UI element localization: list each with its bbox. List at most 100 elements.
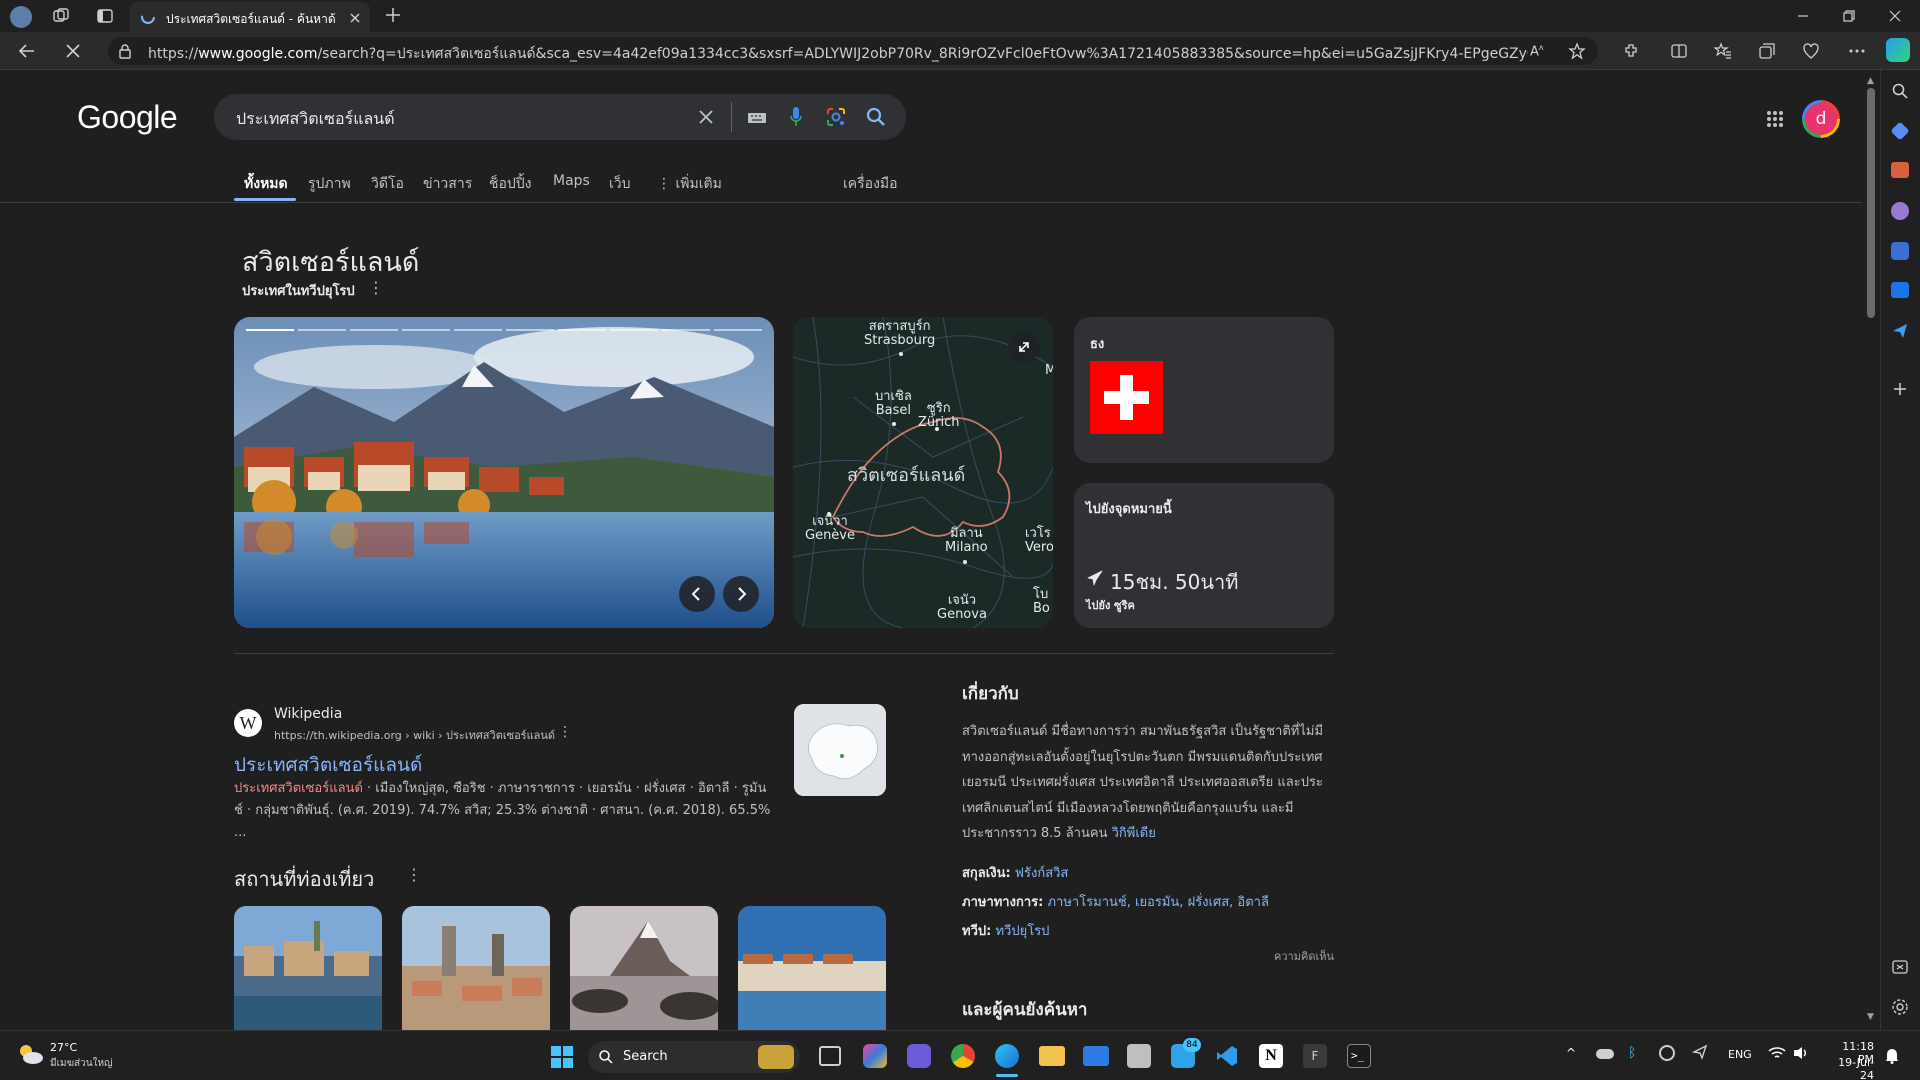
volume-icon[interactable] [1792,1045,1810,1065]
avatar[interactable]: d [1805,103,1837,135]
result-site-name[interactable]: Wikipedia [274,706,342,722]
languages-link[interactable]: ภาษาโรมานช์, เยอรมัน, ฝรั่งเศส, อิตาลี [1047,895,1268,910]
tab-all[interactable]: ทั้งหมด [244,173,288,195]
vscode-icon[interactable] [1215,1044,1239,1072]
bluetooth-icon[interactable]: ᛒ [1628,1045,1636,1061]
places-more-icon[interactable]: ⋮ [406,865,422,884]
wifi-icon[interactable] [1768,1045,1786,1065]
wikipedia-link[interactable]: วิกิพีเดีย [1112,826,1156,841]
vertical-tabs-icon[interactable] [96,7,114,29]
tray-overflow-icon[interactable]: ^ [1566,1046,1576,1060]
sidebar-search-icon[interactable] [1891,82,1909,104]
tab-maps[interactable]: Maps [553,173,590,189]
sidebar-send-icon[interactable] [1891,322,1909,344]
copilot-icon[interactable] [1886,38,1910,62]
notification-bell-icon[interactable] [1884,1046,1900,1068]
place-card-2[interactable] [402,906,550,1030]
read-aloud-icon[interactable]: Aʌ [1530,43,1544,59]
feedback-link[interactable]: ความคิดเห็น [1274,947,1334,965]
app-icon-gray[interactable] [1127,1044,1151,1068]
weather-temp[interactable]: 27°C [50,1041,77,1054]
task-view-icon[interactable] [819,1046,841,1066]
browser-tab-active[interactable]: ประเทศสวิตเซอร์แลนด์ - ค้นหาด้วย Go [130,2,370,32]
tools-button[interactable]: เครื่องมือ [843,173,898,195]
chrome-icon[interactable] [951,1044,975,1068]
sidebar-outlook-icon[interactable] [1891,282,1909,298]
tab-images[interactable]: รูปภาพ [308,173,351,195]
file-explorer-icon[interactable] [1039,1046,1065,1066]
onedrive-icon[interactable] [1596,1049,1614,1059]
sidebar-settings-icon[interactable] [1891,998,1909,1020]
voice-search-icon[interactable] [789,106,803,132]
page-scrollbar[interactable]: ▲ ▼ [1862,70,1880,1030]
app-icon-f[interactable]: F [1303,1044,1327,1068]
mail-icon[interactable] [1083,1046,1109,1066]
tab-videos[interactable]: วิดีโอ [371,173,404,195]
search-icon[interactable] [866,107,886,131]
sidebar-hide-icon[interactable] [1891,958,1909,980]
windows-start-icon[interactable] [551,1046,573,1072]
expand-map-button[interactable] [1008,331,1040,363]
sync-icon[interactable] [1659,1045,1675,1061]
kp-more-icon[interactable]: ⋮ [368,278,384,297]
tab-web[interactable]: เว็บ [609,173,631,195]
clear-search-icon[interactable] [697,108,715,130]
notion-icon[interactable]: N [1259,1044,1283,1068]
new-tab-icon[interactable] [384,6,402,28]
tab-shopping[interactable]: ช็อปปิ้ง [489,173,532,195]
language-indicator[interactable]: ENG [1728,1048,1752,1061]
minimize-icon[interactable] [1796,8,1810,27]
kp-map[interactable]: สตราสบูร์ก Strasbourg บาเซิล Basel ซูริก Zü… [793,317,1053,628]
split-screen-icon[interactable] [1670,42,1688,64]
scrollbar-thumb[interactable] [1867,88,1875,318]
sidebar-games-icon[interactable] [1891,202,1909,220]
app-icon-purple[interactable] [907,1044,931,1068]
sidebar-add-icon[interactable] [1891,380,1909,402]
edge-icon[interactable] [995,1044,1019,1068]
sidebar-copilot-icon[interactable] [1891,242,1909,260]
collections-icon[interactable] [1758,42,1776,64]
keyboard-icon[interactable] [747,110,767,129]
scroll-down-icon[interactable]: ▼ [1867,1012,1874,1022]
tab-news[interactable]: ข่าวสาร [423,173,472,195]
close-window-icon[interactable] [1888,8,1902,27]
sidebar-shopping-icon[interactable] [1890,121,1910,141]
close-tab-icon[interactable] [348,10,362,29]
favorite-star-icon[interactable] [1568,42,1586,64]
carousel-prev-button[interactable] [679,576,715,612]
sidebar-tools-icon[interactable] [1891,162,1909,178]
clock-date[interactable]: 19-Jul-24 [1826,1056,1874,1080]
copilot-taskbar-icon[interactable] [863,1044,887,1068]
account-avatar-ring[interactable]: d [1802,100,1840,138]
weather-icon[interactable] [16,1043,44,1064]
flag-card[interactable]: ธง [1074,317,1334,463]
place-card-1[interactable] [234,906,382,1030]
carousel-next-button[interactable] [723,576,759,612]
terminal-icon[interactable]: >_ [1347,1044,1371,1068]
stop-loading-icon[interactable] [64,42,82,64]
location-icon[interactable] [1691,1044,1708,1064]
favorites-icon[interactable] [1713,42,1732,64]
settings-more-icon[interactable] [1848,42,1866,64]
workspaces-icon[interactable] [52,7,70,29]
scroll-up-icon[interactable]: ▲ [1867,76,1874,86]
google-lens-icon[interactable] [826,107,846,131]
result-title-link[interactable]: ประเทศสวิตเซอร์แลนด์ [234,750,422,780]
extensions-icon[interactable] [1622,42,1640,64]
url-text[interactable]: https://www.google.com/search?q=ประเทศสว… [148,43,1528,65]
place-card-4[interactable] [738,906,886,1030]
taskbar-search-box[interactable]: Search [588,1041,800,1073]
result-thumbnail[interactable] [794,704,886,796]
tab-more[interactable]: ⋮ เพิ่มเติม [657,173,722,195]
result-breadcrumb[interactable]: https://th.wikipedia.org › wiki › ประเทศ… [274,726,555,744]
currency-link[interactable]: ฟรังก์สวิส [1015,866,1069,881]
back-icon[interactable] [18,42,36,64]
browser-essentials-icon[interactable] [1802,42,1820,64]
search-input[interactable]: ประเทศสวิตเซอร์แลนด์ [236,107,395,132]
restore-icon[interactable] [1842,8,1856,27]
place-card-3[interactable] [570,906,718,1030]
kp-photo-carousel[interactable] [234,317,774,628]
google-logo[interactable]: Google [77,99,178,136]
weather-desc[interactable]: มีเมฆส่วนใหญ่ [50,1056,113,1071]
google-apps-icon[interactable] [1766,110,1784,132]
